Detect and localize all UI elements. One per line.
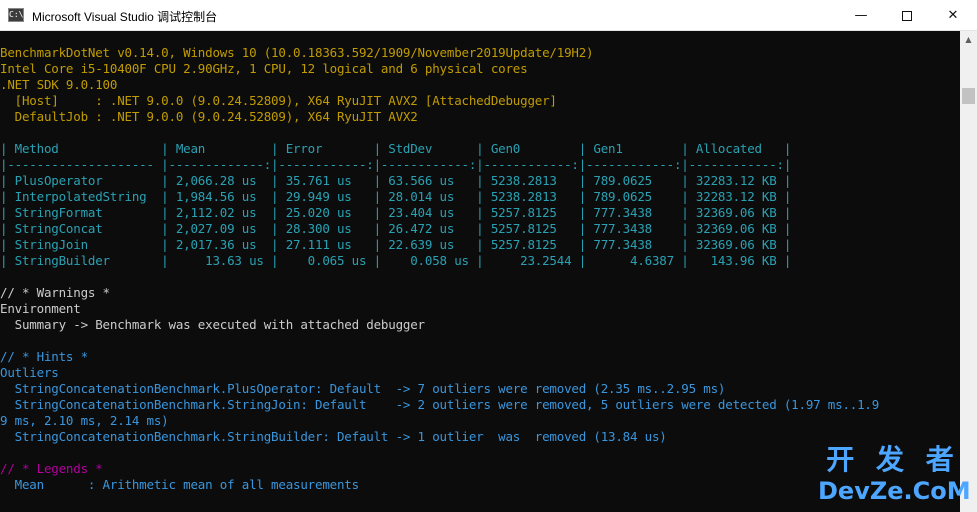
table-row: | StringBuilder | 13.63 us | 0.065 us | … [0,253,792,268]
table-separator: |-------------------- |-------------:|--… [0,157,792,172]
vertical-scrollbar[interactable]: ▲ [960,31,977,512]
table-row: | PlusOperator | 2,066.28 us | 35.761 us… [0,173,792,188]
minimize-button[interactable]: — [838,0,884,31]
window-titlebar: C:\ Microsoft Visual Studio 调试控制台 — ✕ [0,0,977,31]
warnings-message: Summary -> Benchmark was executed with a… [0,317,425,332]
scrollbar-thumb[interactable] [962,88,975,104]
watermark-cn: 开 发 者 [826,443,960,476]
window-title: Microsoft Visual Studio 调试控制台 [32,10,218,24]
console-output[interactable]: BenchmarkDotNet v0.14.0, Windows 10 (10.… [0,31,960,512]
close-button[interactable]: ✕ [930,0,976,31]
hint-line: 9 ms, 2.10 ms, 2.14 ms) [0,413,169,428]
hint-line: StringConcatenationBenchmark.StringJoin:… [0,397,880,412]
table-row: | InterpolatedString | 1,984.56 us | 29.… [0,189,792,204]
env-line-benchmarkdotnet: BenchmarkDotNet v0.14.0, Windows 10 (10.… [0,45,594,60]
env-line-sdk: .NET SDK 9.0.100 [0,77,118,92]
legend-line-mean: Mean : Arithmetic mean of all measuremen… [0,477,360,492]
watermark-logo: 开 发 者 DevZe.CoM [818,443,971,508]
hints-category: Outliers [0,365,59,380]
env-line-cpu: Intel Core i5-10400F CPU 2.90GHz, 1 CPU,… [0,61,528,76]
warnings-category: Environment [0,301,81,316]
table-header-row: | Method | Mean | Error | StdDev | Gen0 … [0,141,792,156]
maximize-button[interactable] [884,0,930,31]
hints-header: // * Hints * [0,349,88,364]
hint-line: StringConcatenationBenchmark.PlusOperato… [0,381,726,396]
hint-line: StringConcatenationBenchmark.StringBuild… [0,429,667,444]
env-line-host: [Host] : .NET 9.0.0 (9.0.24.52809), X64 … [0,93,557,108]
watermark-en: DevZe.CoM [818,477,971,505]
legends-header: // * Legends * [0,461,103,476]
scroll-up-arrow-icon[interactable]: ▲ [960,31,977,48]
console-app-icon: C:\ [8,8,24,22]
maximize-icon [902,10,912,21]
warnings-header: // * Warnings * [0,285,110,300]
table-row: | StringJoin | 2,017.36 us | 27.111 us |… [0,237,792,252]
table-row: | StringConcat | 2,027.09 us | 28.300 us… [0,221,792,236]
table-row: | StringFormat | 2,112.02 us | 25.020 us… [0,205,792,220]
env-line-defaultjob: DefaultJob : .NET 9.0.0 (9.0.24.52809), … [0,109,418,124]
